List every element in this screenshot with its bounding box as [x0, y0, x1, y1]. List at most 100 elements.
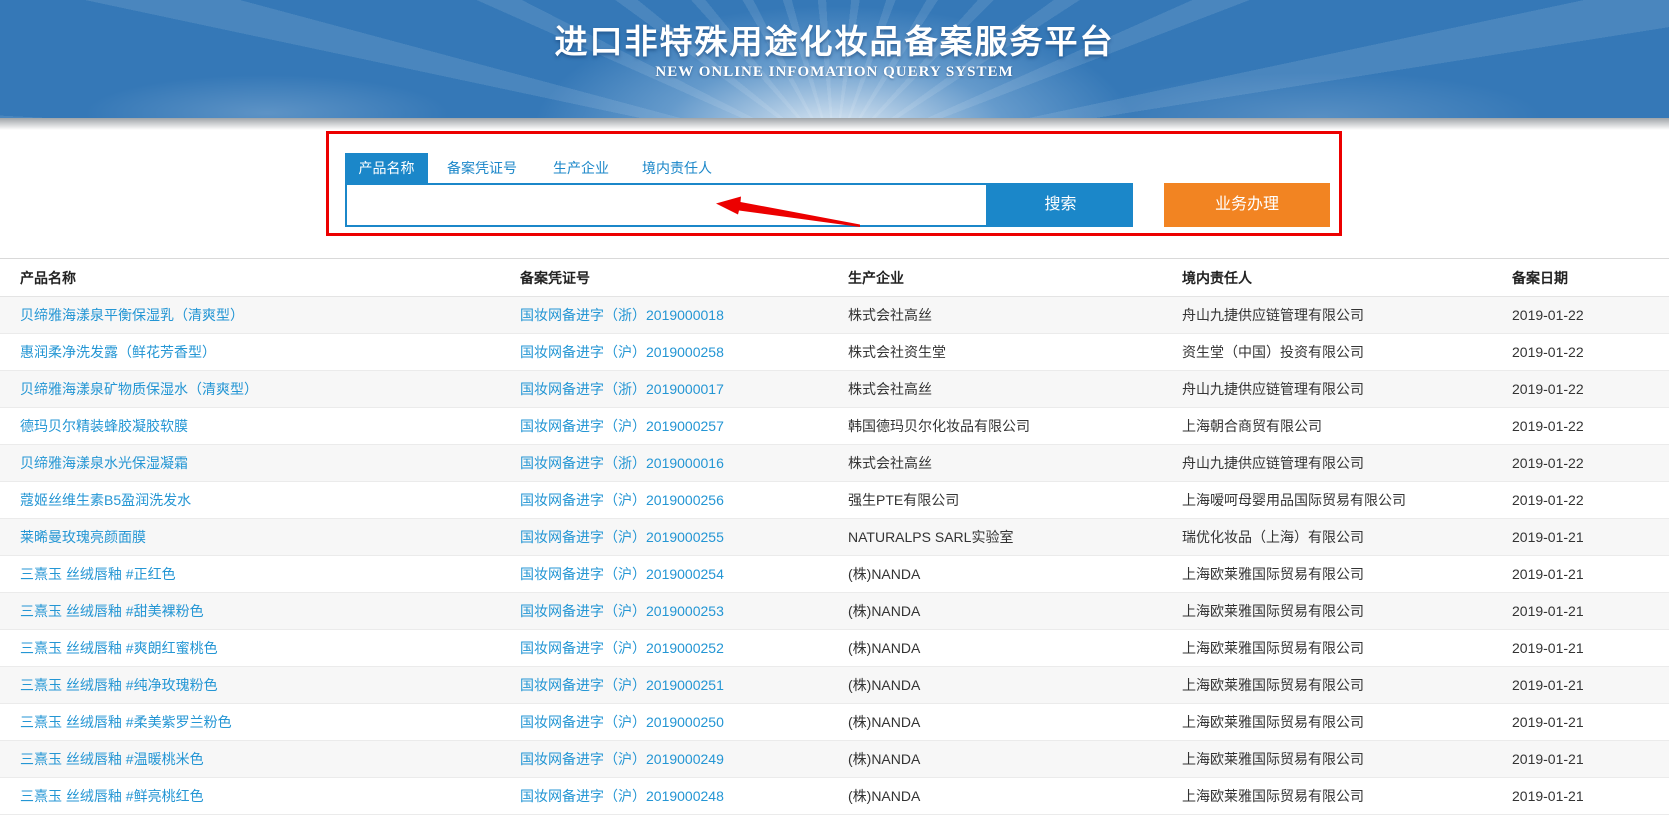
domestic-responsible-cell: 瑞优化妆品（上海）有限公司	[1182, 519, 1512, 556]
business-handling-button[interactable]: 业务办理	[1164, 183, 1330, 227]
product-name-link[interactable]: 莱晞曼玫瑰亮颜面膜	[0, 519, 520, 556]
filing-date-cell: 2019-01-21	[1512, 593, 1669, 630]
product-name-link[interactable]: 三熹玉 丝绒唇釉 #正红色	[0, 556, 520, 593]
filing-date-cell: 2019-01-21	[1512, 519, 1669, 556]
manufacturer-cell: 株式会社高丝	[848, 371, 1182, 408]
product-name-link[interactable]: 蔻姬丝维生素B5盈润洗发水	[0, 482, 520, 519]
certificate-number-link[interactable]: 国妆网备进字（沪）2019000252	[520, 630, 848, 667]
table-row: 贝缔雅海漾泉矿物质保湿水（清爽型）国妆网备进字（浙）2019000017株式会社…	[0, 371, 1669, 408]
page-title: 进口非特殊用途化妆品备案服务平台	[0, 24, 1669, 62]
certificate-number-link[interactable]: 国妆网备进字（浙）2019000018	[520, 297, 848, 334]
certificate-number-link[interactable]: 国妆网备进字（沪）2019000253	[520, 593, 848, 630]
filing-date-cell: 2019-01-22	[1512, 371, 1669, 408]
tab-certificate-number[interactable]: 备案凭证号	[447, 153, 517, 183]
header-banner: 进口非特殊用途化妆品备案服务平台 NEW ONLINE INFOMATION Q…	[0, 0, 1669, 118]
domestic-responsible-cell: 舟山九捷供应链管理有限公司	[1182, 445, 1512, 482]
table-row: 惠润柔净洗发露（鲜花芳香型）国妆网备进字（沪）2019000258株式会社资生堂…	[0, 334, 1669, 371]
domestic-responsible-cell: 上海欧莱雅国际贸易有限公司	[1182, 741, 1512, 778]
filing-date-cell: 2019-01-22	[1512, 445, 1669, 482]
domestic-responsible-cell: 舟山九捷供应链管理有限公司	[1182, 371, 1512, 408]
page-subtitle: NEW ONLINE INFOMATION QUERY SYSTEM	[0, 63, 1669, 81]
manufacturer-cell: (株)NANDA	[848, 630, 1182, 667]
filing-date-cell: 2019-01-22	[1512, 408, 1669, 445]
certificate-number-link[interactable]: 国妆网备进字（沪）2019000251	[520, 667, 848, 704]
certificate-number-link[interactable]: 国妆网备进字（沪）2019000250	[520, 704, 848, 741]
filing-date-cell: 2019-01-21	[1512, 778, 1669, 815]
domestic-responsible-cell: 舟山九捷供应链管理有限公司	[1182, 297, 1512, 334]
manufacturer-cell: (株)NANDA	[848, 667, 1182, 704]
manufacturer-cell: (株)NANDA	[848, 778, 1182, 815]
filing-date-cell: 2019-01-21	[1512, 630, 1669, 667]
filing-date-cell: 2019-01-21	[1512, 741, 1669, 778]
product-name-link[interactable]: 三熹玉 丝绒唇釉 #甜美裸粉色	[0, 593, 520, 630]
domestic-responsible-cell: 上海嗳呵母婴用品国际贸易有限公司	[1182, 482, 1512, 519]
tab-domestic-responsible[interactable]: 境内责任人	[642, 153, 712, 183]
domestic-responsible-cell: 上海欧莱雅国际贸易有限公司	[1182, 704, 1512, 741]
certificate-number-link[interactable]: 国妆网备进字（沪）2019000257	[520, 408, 848, 445]
domestic-responsible-cell: 资生堂（中国）投资有限公司	[1182, 334, 1512, 371]
table-row: 三熹玉 丝绒唇釉 #正红色国妆网备进字（沪）2019000254(株)NANDA…	[0, 556, 1669, 593]
table-row: 三熹玉 丝绒唇釉 #温暖桃米色国妆网备进字（沪）2019000249(株)NAN…	[0, 741, 1669, 778]
domestic-responsible-cell: 上海欧莱雅国际贸易有限公司	[1182, 778, 1512, 815]
product-name-link[interactable]: 贝缔雅海漾泉平衡保湿乳（清爽型）	[0, 297, 520, 334]
table-row: 三熹玉 丝绒唇釉 #纯净玫瑰粉色国妆网备进字（沪）2019000251(株)NA…	[0, 667, 1669, 704]
certificate-number-link[interactable]: 国妆网备进字（浙）2019000017	[520, 371, 848, 408]
page: 进口非特殊用途化妆品备案服务平台 NEW ONLINE INFOMATION Q…	[0, 0, 1669, 821]
table-row: 莱晞曼玫瑰亮颜面膜国妆网备进字（沪）2019000255NATURALPS SA…	[0, 519, 1669, 556]
col-header-product-name: 产品名称	[0, 259, 520, 297]
search-button[interactable]: 搜索	[988, 183, 1133, 227]
product-name-link[interactable]: 三熹玉 丝绒唇釉 #纯净玫瑰粉色	[0, 667, 520, 704]
filing-date-cell: 2019-01-21	[1512, 667, 1669, 704]
table-body: 贝缔雅海漾泉平衡保湿乳（清爽型）国妆网备进字（浙）2019000018株式会社高…	[0, 297, 1669, 815]
certificate-number-link[interactable]: 国妆网备进字（沪）2019000258	[520, 334, 848, 371]
product-name-link[interactable]: 惠润柔净洗发露（鲜花芳香型）	[0, 334, 520, 371]
manufacturer-cell: (株)NANDA	[848, 704, 1182, 741]
table-row: 蔻姬丝维生素B5盈润洗发水国妆网备进字（沪）2019000256强生PTE有限公…	[0, 482, 1669, 519]
product-name-link[interactable]: 三熹玉 丝绒唇釉 #鲜亮桃红色	[0, 778, 520, 815]
domestic-responsible-cell: 上海朝合商贸有限公司	[1182, 408, 1512, 445]
product-name-link[interactable]: 贝缔雅海漾泉矿物质保湿水（清爽型）	[0, 371, 520, 408]
tab-product-name[interactable]: 产品名称	[345, 153, 428, 183]
manufacturer-cell: (株)NANDA	[848, 556, 1182, 593]
product-name-link[interactable]: 贝缔雅海漾泉水光保湿凝霜	[0, 445, 520, 482]
domestic-responsible-cell: 上海欧莱雅国际贸易有限公司	[1182, 593, 1512, 630]
product-name-link[interactable]: 三熹玉 丝绒唇釉 #温暖桃米色	[0, 741, 520, 778]
table-row: 三熹玉 丝绒唇釉 #爽朗红蜜桃色国妆网备进字（沪）2019000252(株)NA…	[0, 630, 1669, 667]
col-header-domestic-responsible: 境内责任人	[1182, 259, 1512, 297]
table-row: 贝缔雅海漾泉平衡保湿乳（清爽型）国妆网备进字（浙）2019000018株式会社高…	[0, 297, 1669, 334]
manufacturer-cell: 强生PTE有限公司	[848, 482, 1182, 519]
tab-manufacturer[interactable]: 生产企业	[553, 153, 609, 183]
table-row: 德玛贝尔精装蜂胶凝胶软膜国妆网备进字（沪）2019000257韩国德玛贝尔化妆品…	[0, 408, 1669, 445]
table-row: 三熹玉 丝绒唇釉 #柔美紫罗兰粉色国妆网备进字（沪）2019000250(株)N…	[0, 704, 1669, 741]
manufacturer-cell: (株)NANDA	[848, 593, 1182, 630]
product-name-link[interactable]: 三熹玉 丝绒唇釉 #爽朗红蜜桃色	[0, 630, 520, 667]
product-name-link[interactable]: 三熹玉 丝绒唇釉 #柔美紫罗兰粉色	[0, 704, 520, 741]
product-name-link[interactable]: 德玛贝尔精装蜂胶凝胶软膜	[0, 408, 520, 445]
certificate-number-link[interactable]: 国妆网备进字（沪）2019000256	[520, 482, 848, 519]
certificate-number-link[interactable]: 国妆网备进字（沪）2019000255	[520, 519, 848, 556]
filing-date-cell: 2019-01-21	[1512, 556, 1669, 593]
table-row: 贝缔雅海漾泉水光保湿凝霜国妆网备进字（浙）2019000016株式会社高丝舟山九…	[0, 445, 1669, 482]
domestic-responsible-cell: 上海欧莱雅国际贸易有限公司	[1182, 556, 1512, 593]
table-header-row: 产品名称 备案凭证号 生产企业 境内责任人 备案日期	[0, 259, 1669, 297]
domestic-responsible-cell: 上海欧莱雅国际贸易有限公司	[1182, 630, 1512, 667]
certificate-number-link[interactable]: 国妆网备进字（沪）2019000249	[520, 741, 848, 778]
filing-date-cell: 2019-01-21	[1512, 704, 1669, 741]
table-row: 三熹玉 丝绒唇釉 #鲜亮桃红色国妆网备进字（沪）2019000248(株)NAN…	[0, 778, 1669, 815]
certificate-number-link[interactable]: 国妆网备进字（沪）2019000248	[520, 778, 848, 815]
manufacturer-cell: NATURALPS SARL实验室	[848, 519, 1182, 556]
col-header-certificate-number: 备案凭证号	[520, 259, 848, 297]
banner-shadow	[0, 118, 1669, 130]
table-row: 三熹玉 丝绒唇釉 #甜美裸粉色国妆网备进字（沪）2019000253(株)NAN…	[0, 593, 1669, 630]
certificate-number-link[interactable]: 国妆网备进字（沪）2019000254	[520, 556, 848, 593]
manufacturer-cell: 株式会社资生堂	[848, 334, 1182, 371]
certificate-number-link[interactable]: 国妆网备进字（浙）2019000016	[520, 445, 848, 482]
col-header-manufacturer: 生产企业	[848, 259, 1182, 297]
manufacturer-cell: (株)NANDA	[848, 741, 1182, 778]
search-input[interactable]	[345, 183, 988, 227]
filing-date-cell: 2019-01-22	[1512, 482, 1669, 519]
filing-date-cell: 2019-01-22	[1512, 297, 1669, 334]
manufacturer-cell: 株式会社高丝	[848, 297, 1182, 334]
col-header-filing-date: 备案日期	[1512, 259, 1669, 297]
filing-date-cell: 2019-01-22	[1512, 334, 1669, 371]
